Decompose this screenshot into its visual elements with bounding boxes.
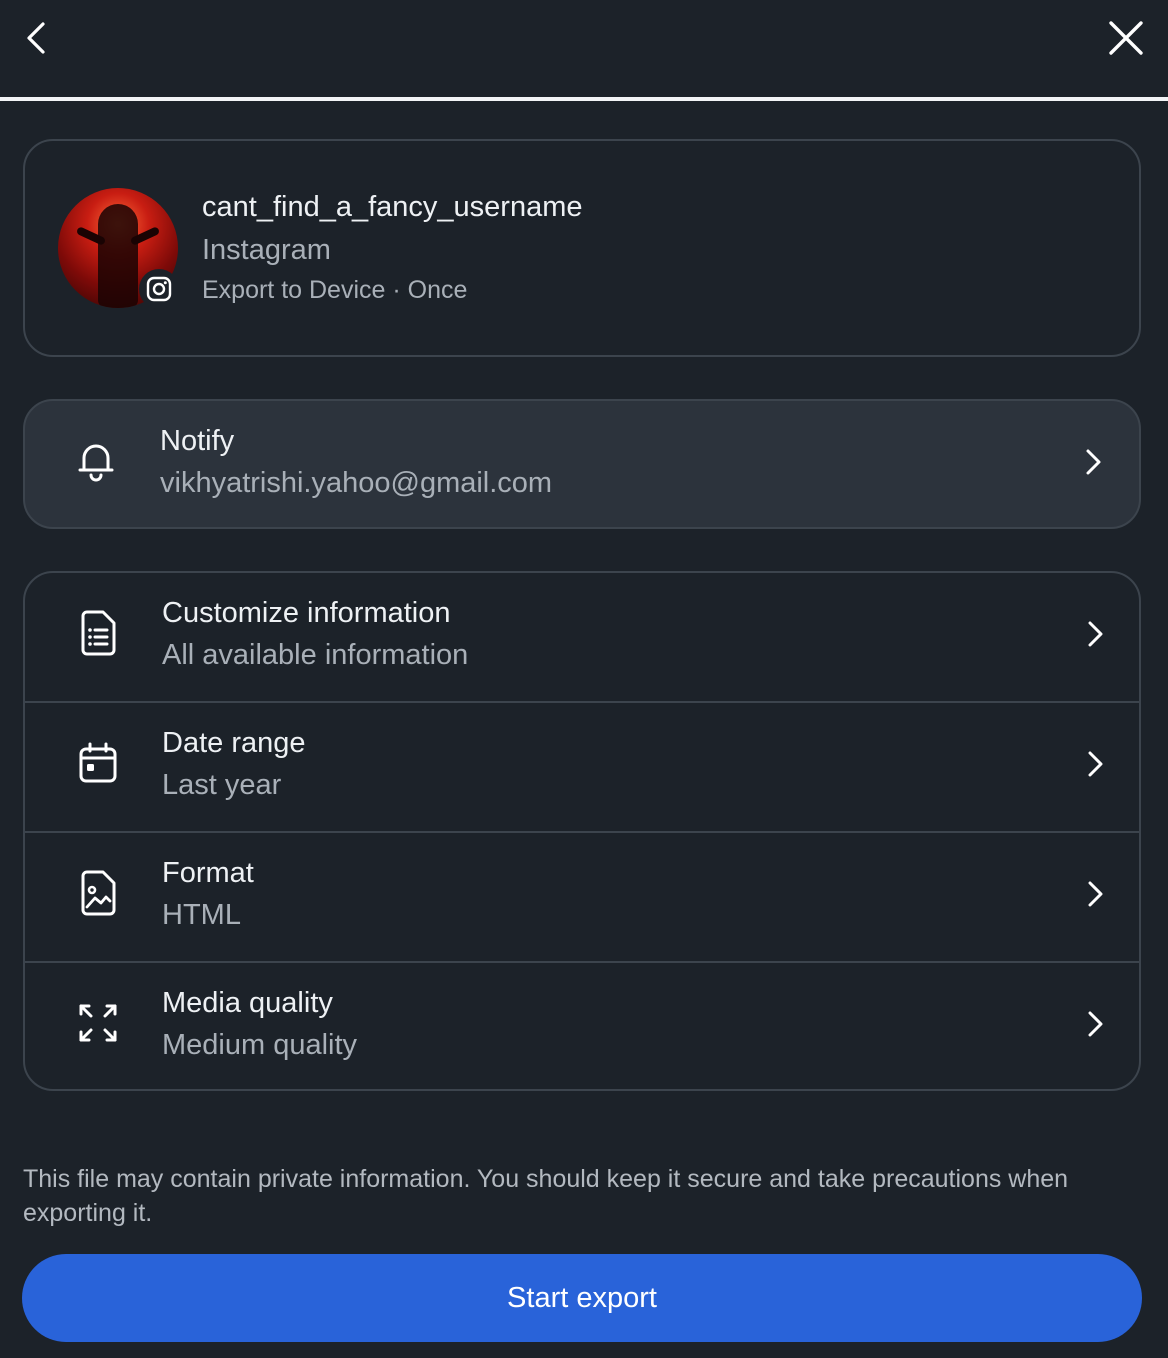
option-title: Date range (162, 727, 306, 759)
chevron-right-icon (1080, 879, 1110, 909)
option-value: All available information (162, 639, 469, 671)
calendar-icon (75, 740, 121, 786)
chevron-right-icon (1080, 1009, 1110, 1039)
export-options-list: Customize information All available info… (23, 571, 1141, 1091)
account-card: cant_find_a_fancy_username Instagram Exp… (23, 139, 1141, 357)
expand-arrows-icon (75, 1000, 121, 1046)
media-quality-row[interactable]: Media quality Medium quality (25, 961, 1139, 1091)
account-username: cant_find_a_fancy_username (202, 191, 583, 223)
image-file-icon (75, 870, 121, 916)
start-export-button[interactable]: Start export (22, 1254, 1142, 1342)
customize-information-row[interactable]: Customize information All available info… (25, 571, 1139, 701)
export-destination: Export to Device · Once (202, 276, 468, 304)
close-button[interactable] (1096, 8, 1156, 68)
option-title: Media quality (162, 987, 333, 1019)
option-title: Format (162, 857, 254, 889)
option-value: Last year (162, 769, 282, 801)
option-value: Medium quality (162, 1029, 358, 1061)
format-row[interactable]: Format HTML (25, 831, 1139, 961)
option-title: Customize information (162, 597, 451, 629)
document-list-icon (75, 610, 121, 656)
chevron-right-icon (1080, 619, 1110, 649)
privacy-disclaimer: This file may contain private informatio… (23, 1165, 1069, 1227)
notify-email: vikhyatrishi.yahoo@gmail.com (160, 467, 553, 499)
chevron-right-icon (1080, 749, 1110, 779)
progress-bar (0, 97, 1168, 101)
notify-title: Notify (160, 425, 235, 457)
chevron-right-icon (1078, 447, 1108, 477)
option-value: HTML (162, 899, 241, 931)
account-platform: Instagram (202, 234, 331, 266)
chevron-left-icon (27, 22, 45, 54)
top-bar (0, 0, 1168, 98)
bell-icon (73, 438, 119, 484)
date-range-row[interactable]: Date range Last year (25, 701, 1139, 831)
back-button[interactable] (8, 8, 68, 68)
instagram-icon (139, 269, 179, 309)
close-icon (1109, 21, 1143, 55)
notify-row[interactable]: Notify vikhyatrishi.yahoo@gmail.com (23, 399, 1141, 529)
